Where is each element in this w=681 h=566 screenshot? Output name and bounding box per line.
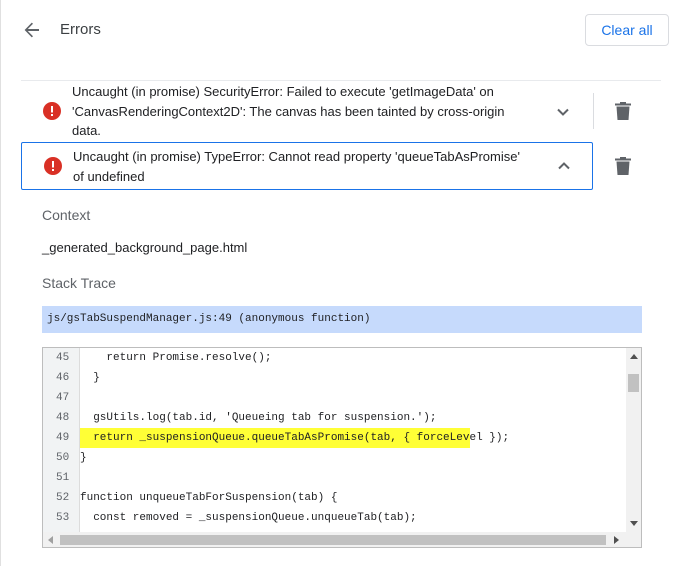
scroll-down-arrow-icon[interactable] [630,521,638,526]
line-number: 48 [56,412,70,424]
page-title: Errors [60,21,101,38]
vertical-scrollbar[interactable] [626,348,641,532]
code-text: } [80,452,87,464]
horizontal-scroll-thumb[interactable] [60,535,606,545]
error-icon [44,157,62,175]
scroll-left-arrow-icon[interactable] [48,536,53,544]
context-label: Context [42,207,91,223]
line-number: 53 [56,512,70,524]
chevron-up-icon[interactable] [556,158,572,174]
stack-trace-label: Stack Trace [42,275,116,291]
line-number: 51 [56,472,70,484]
code-line: 45 return Promise.resolve(); [43,348,626,368]
code-text: } [80,372,100,384]
line-number: 46 [56,372,70,384]
error-item-toggle[interactable]: Uncaught (in promise) SecurityError: Fai… [21,81,593,142]
errors-header: Errors Clear all [0,0,681,62]
trash-icon[interactable] [615,157,631,175]
code-line: 51 [43,468,626,488]
code-text: return _suspensionQueue.queueTabAsPromis… [80,428,509,448]
line-number: 52 [56,492,70,504]
arrow-back-icon [24,22,39,38]
back-button[interactable] [18,16,46,44]
code-text: function unqueueTabForSuspension(tab) { [80,492,338,504]
code-text: gsUtils.log(tab.id, 'Queueing tab for su… [80,412,437,424]
code-line: 52 function unqueueTabForSuspension(tab) … [43,488,626,508]
code-viewer[interactable]: 45 return Promise.resolve(); 46 } 47 48 gsU… [42,347,642,548]
vertical-scroll-thumb[interactable] [628,374,639,392]
trash-icon[interactable] [615,102,631,120]
context-value: _generated_background_page.html [42,240,248,255]
line-number: 45 [56,352,70,364]
horizontal-scrollbar[interactable] [43,532,641,547]
line-number: 49 [56,432,70,444]
code-text: return Promise.resolve(); [80,352,272,364]
code-line: 47 [43,388,626,408]
stack-frame[interactable]: js/gsTabSuspendManager.js:49 (anonymous … [42,306,642,333]
left-border [0,0,1,566]
chevron-down-icon[interactable] [555,104,571,120]
line-number: 47 [56,392,70,404]
error-item: Uncaught (in promise) TypeError: Cannot … [21,142,661,190]
scroll-up-arrow-icon[interactable] [630,354,638,359]
code-line: 46 } [43,368,626,388]
error-icon [43,102,61,120]
error-item: Uncaught (in promise) SecurityError: Fai… [21,80,661,142]
scroll-right-arrow-icon[interactable] [614,536,619,544]
error-item-toggle[interactable]: Uncaught (in promise) TypeError: Cannot … [21,142,593,190]
error-message: Uncaught (in promise) SecurityError: Fai… [72,84,505,138]
line-number: 50 [56,452,70,464]
code-line: 53 const removed = _suspensionQueue.unqu… [43,508,626,528]
clear-all-button[interactable]: Clear all [585,14,669,46]
error-message: Uncaught (in promise) TypeError: Cannot … [73,149,520,184]
code-line: 50} [43,448,626,468]
code-text: const removed = _suspensionQueue.unqueue… [80,512,417,524]
divider [593,93,594,129]
code-line: 48 gsUtils.log(tab.id, 'Queueing tab for… [43,408,626,428]
code-line-highlighted: 49 return _suspensionQueue.queueTabAsPro… [43,428,626,448]
